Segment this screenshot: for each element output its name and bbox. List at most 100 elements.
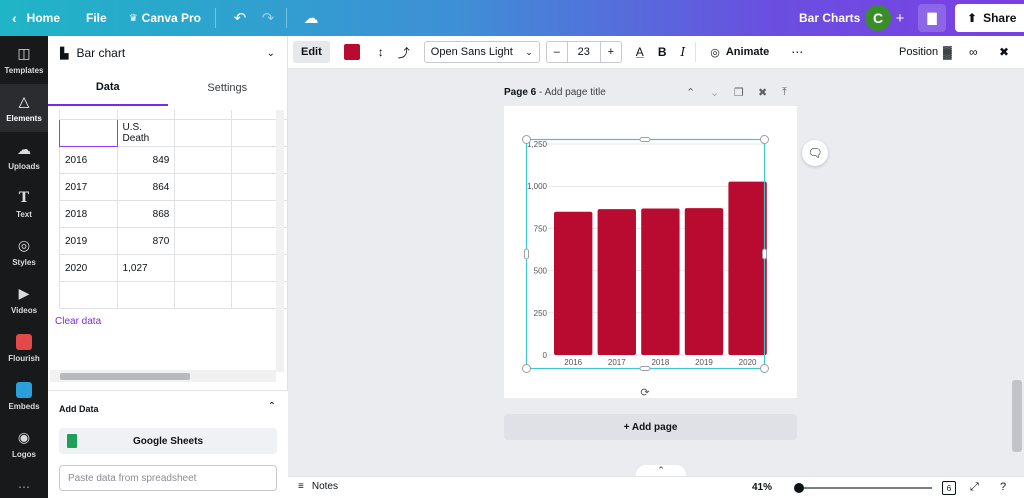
grid-cell[interactable]: 2019 xyxy=(59,227,118,255)
rail-label: Videos xyxy=(10,306,38,315)
rail-item-styles[interactable]: ◎ Styles xyxy=(0,228,48,276)
notes-button[interactable]: ≡ Notes xyxy=(298,481,338,492)
bar-2016[interactable] xyxy=(554,211,593,355)
italic-button[interactable]: I xyxy=(680,45,685,59)
grid-cell[interactable] xyxy=(174,281,232,309)
insights-button[interactable]: ▇ xyxy=(918,4,946,32)
rail-item-flourish[interactable]: Flourish xyxy=(0,324,48,372)
grid-cell[interactable] xyxy=(59,119,118,147)
page-count-button[interactable]: 6 xyxy=(942,481,956,495)
edit-button[interactable]: Edit xyxy=(293,41,330,63)
add-page-icon[interactable]: ⤒ xyxy=(782,86,787,99)
bar-2017[interactable] xyxy=(597,209,636,355)
rail-item-videos[interactable]: ▶ Videos xyxy=(0,276,48,324)
paste-data-input[interactable]: Paste data from spreadsheet xyxy=(59,465,277,491)
grid-cell[interactable]: 1,027 xyxy=(116,254,176,282)
bar-2019[interactable] xyxy=(684,208,724,355)
grid-cell[interactable]: 2017 xyxy=(59,173,118,201)
grid-horizontal-scrollbar[interactable] xyxy=(50,370,276,382)
rail-item-uploads[interactable]: ☁ Uploads xyxy=(0,132,48,180)
grid-cell[interactable]: 864 xyxy=(116,173,176,201)
animate-button[interactable]: ◎ Animate xyxy=(710,46,769,59)
more-icon[interactable]: ⋯ xyxy=(18,480,30,494)
rail-item-embeds[interactable]: Embeds xyxy=(0,372,48,420)
rail-item-templates[interactable]: ◫ Templates xyxy=(0,36,48,84)
grid-cell[interactable] xyxy=(174,173,232,201)
decrease-size-button[interactable]: – xyxy=(547,42,567,62)
grid-cell[interactable]: 870 xyxy=(116,227,176,255)
zoom-slider-handle[interactable] xyxy=(794,483,804,493)
help-icon[interactable]: ? xyxy=(1000,481,1006,493)
grid-cell[interactable]: 2016 xyxy=(59,146,118,174)
bar-2018[interactable] xyxy=(641,208,680,355)
link-button[interactable]: ∞ xyxy=(969,45,978,59)
add-comment-button[interactable]: 🗨 xyxy=(802,140,828,166)
grid-cell[interactable] xyxy=(174,254,232,282)
spacing-icon: ↕ xyxy=(377,45,384,59)
zoom-level[interactable]: 41% xyxy=(752,482,772,493)
more-options-button[interactable]: ⋯ xyxy=(791,45,803,59)
cloud-save-button[interactable]: ☁ xyxy=(297,4,325,32)
duplicate-icon[interactable]: ❐ xyxy=(734,86,744,99)
google-sheets-button[interactable]: Google Sheets xyxy=(59,428,277,454)
spacing-button[interactable]: ↕ xyxy=(378,45,384,59)
undo-button[interactable]: ↶ xyxy=(226,4,254,32)
rail-item-logos[interactable]: ◉ Logos xyxy=(0,420,48,468)
grid-cell[interactable]: 2018 xyxy=(59,200,118,228)
chevron-up-icon[interactable]: ⌃ xyxy=(268,401,276,412)
document-title[interactable]: Bar Charts xyxy=(799,0,860,36)
home-button[interactable]: ‹ Home xyxy=(12,0,60,36)
canvas-scrollbar[interactable] xyxy=(1012,380,1022,452)
grid-cell[interactable] xyxy=(59,110,118,120)
file-menu[interactable]: File xyxy=(86,0,107,36)
bold-button[interactable]: B xyxy=(658,45,667,59)
font-selector[interactable]: Open Sans Light ⌄ xyxy=(423,41,540,63)
position-button[interactable]: Position xyxy=(899,46,938,58)
line-style-button[interactable]: ⤴ xyxy=(398,44,410,61)
grid-cell[interactable]: 849 xyxy=(116,146,176,174)
zoom-slider[interactable] xyxy=(798,487,932,489)
trash-icon[interactable]: ✖ xyxy=(758,86,767,99)
transparency-button[interactable]: ▓ xyxy=(943,45,952,59)
grid-vertical-scrollbar[interactable] xyxy=(276,110,284,372)
rail-item-text[interactable]: T Text xyxy=(0,180,48,228)
design-page[interactable]: 0 250 500 750 1,000 1,250 2016 2017 2018 2019 202… xyxy=(504,106,797,398)
delete-button[interactable]: ✖ xyxy=(999,45,1009,59)
italic-icon: I xyxy=(680,45,686,59)
bar-chart[interactable]: 02505007501,0001,250 2016 2017 2018 2019 202… xyxy=(504,106,797,398)
tab-data[interactable]: Data xyxy=(48,70,168,106)
grid-cell[interactable]: 868 xyxy=(116,200,176,228)
rail-item-elements[interactable]: △ Elements xyxy=(0,84,48,132)
tab-settings[interactable]: Settings xyxy=(168,70,288,106)
grid-cell[interactable] xyxy=(174,119,232,147)
grid-cell[interactable] xyxy=(174,110,232,120)
grid-cell[interactable] xyxy=(174,227,232,255)
chart-type-selector[interactable]: ▙ Bar chart ⌄ xyxy=(48,36,287,70)
add-collaborator-button[interactable]: + xyxy=(886,4,914,32)
page-title-input[interactable]: Add page title xyxy=(545,87,606,98)
chevron-down-icon[interactable]: ⌄ xyxy=(710,86,719,99)
clear-data-link[interactable]: Clear data xyxy=(55,316,101,327)
grid-cell[interactable] xyxy=(116,110,176,120)
grid-cell[interactable] xyxy=(59,281,118,309)
grid-cell[interactable] xyxy=(116,281,176,309)
redo-button[interactable]: ↷ xyxy=(254,4,282,32)
add-page-button[interactable]: + Add page xyxy=(504,414,797,440)
canva-pro-button[interactable]: ♛ Canva Pro xyxy=(129,0,201,36)
font-size-input[interactable]: 23 xyxy=(566,42,601,62)
color-swatch[interactable] xyxy=(343,44,360,60)
page-label[interactable]: Page 6 - Add page title xyxy=(504,87,606,98)
text-color-button[interactable]: A xyxy=(636,45,644,59)
fullscreen-icon[interactable]: ⤢ xyxy=(970,481,979,494)
scrollbar-thumb[interactable] xyxy=(60,373,190,380)
grid-header-cell[interactable]: U.S. Death xyxy=(116,119,176,147)
chevron-up-icon[interactable]: ⌃ xyxy=(686,86,695,99)
grid-cell[interactable] xyxy=(174,200,232,228)
grid-cell[interactable]: 2020 xyxy=(59,254,118,282)
grid-cell[interactable] xyxy=(174,146,232,174)
rotate-icon[interactable]: ⟳ xyxy=(638,386,652,400)
share-button[interactable]: ⬆ Share xyxy=(955,4,1024,32)
bar-2020[interactable] xyxy=(728,181,767,355)
increase-size-button[interactable]: + xyxy=(601,42,621,62)
font-size-stepper: – 23 + xyxy=(545,41,622,63)
